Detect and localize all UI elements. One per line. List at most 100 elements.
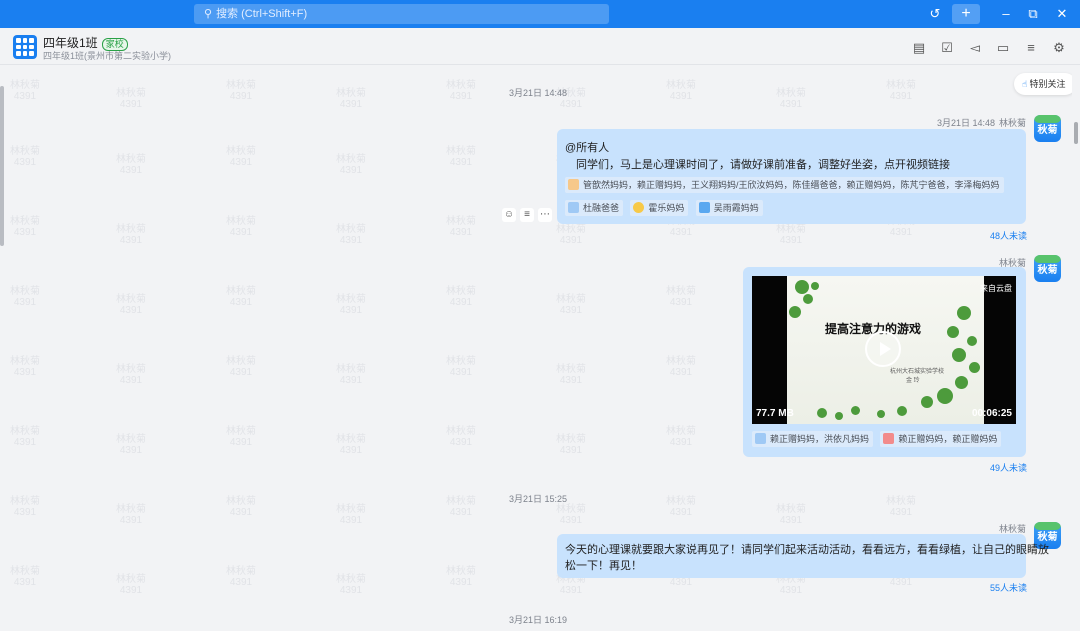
scrollbar-thumb[interactable] [1074, 122, 1078, 144]
watermark-number: 4391 [779, 235, 803, 246]
watermark-number: 4391 [449, 297, 473, 308]
reaction-chip[interactable]: 杜融爸爸 [565, 200, 624, 216]
watermark-number: 4391 [229, 227, 253, 238]
add-icon[interactable]: + [952, 4, 980, 24]
watermark: 林秋菊4391 [446, 426, 476, 448]
unread-count[interactable]: 48人未读 [990, 229, 1027, 242]
more-icon[interactable]: ⋯ [538, 208, 552, 222]
reaction-chip[interactable]: 赖正赠妈妈，赖正赠妈妈 [880, 431, 1002, 447]
notice-icon[interactable]: ▤ [911, 40, 927, 56]
watermark-number: 4391 [339, 585, 363, 596]
watermark-number: 4391 [229, 91, 253, 102]
avatar[interactable]: 秋菊 [1034, 115, 1061, 142]
watermark-number: 4391 [449, 577, 473, 588]
watermark-number: 4391 [449, 507, 473, 518]
watermark: 林秋菊4391 [226, 216, 256, 238]
video-player[interactable]: 提高注意力的游戏 杭州大石城实验学校金 玲 来自云盘 77.7 MB 00:06… [752, 276, 1016, 424]
chat-area[interactable]: 林秋菊 4391 林秋菊 4391 林秋菊 4391 林秋菊 4391 林秋菊 4391 林秋菊 43… [0, 66, 1072, 631]
group-avatar[interactable] [13, 35, 37, 59]
watermark-name: 林秋菊 [10, 356, 40, 367]
unread-count[interactable]: 55人未读 [990, 581, 1027, 594]
reactions-row: 管歆然妈妈，赖正赠妈妈，王义翔妈妈/王欣汝妈妈，陈佳缙爸爸，赖正赠妈妈，陈芃宁爸… [565, 177, 1008, 193]
restore-icon[interactable]: ⧉ [1022, 4, 1044, 24]
reply-icon[interactable]: ≡ [520, 208, 534, 222]
history-icon[interactable]: ↺ [924, 4, 946, 24]
play-button[interactable] [865, 331, 901, 367]
reaction-chip[interactable]: 赖正赠妈妈，洪依凡妈妈 [752, 431, 874, 447]
follow-button[interactable]: ☝ 特别关注 [1014, 73, 1072, 95]
search-history-icon[interactable]: ≡ [1023, 40, 1039, 56]
watermark-name: 林秋菊 [556, 434, 586, 445]
watermark-number: 4391 [119, 165, 143, 176]
watermark-number: 4391 [119, 375, 143, 386]
watermark-name: 林秋菊 [226, 426, 256, 437]
watermark: 林秋菊4391 [446, 80, 476, 102]
watermark: 林秋菊4391 [10, 80, 40, 102]
watermark-name: 林秋菊 [116, 154, 146, 165]
watermark-name: 林秋菊 [666, 496, 696, 507]
reaction-chip[interactable]: 吴雨霞妈妈 [695, 200, 763, 216]
watermark-name: 林秋菊 [776, 224, 806, 235]
unread-count[interactable]: 49人未读 [990, 461, 1027, 474]
watermark-name: 林秋菊 [446, 146, 476, 157]
watermark-number: 4391 [669, 437, 693, 448]
watermark: 林秋菊4391 [336, 434, 366, 456]
watermark-number: 4391 [889, 227, 913, 238]
announcement-icon[interactable]: ◅ [967, 40, 983, 56]
watermark-name: 林秋菊 [226, 286, 256, 297]
message-bubble[interactable]: @所有人 同学们，马上是心理课时间了，请做好课前准备，调整好坐姿，点开视频链接 … [557, 129, 1026, 224]
reaction-label: 管歆然妈妈，赖正赠妈妈，王义翔妈妈/王欣汝妈妈，陈佳缙爸爸，赖正赠妈妈，陈芃宁爸… [583, 180, 1000, 190]
watermark-name: 林秋菊 [886, 496, 916, 507]
reactions-row: 杜融爸爸 霍乐妈妈 吴雨霞妈妈 [565, 200, 767, 216]
checkin-icon[interactable]: ☑ [939, 40, 955, 56]
watermark-number: 4391 [559, 375, 583, 386]
watermark-number: 4391 [339, 515, 363, 526]
watermark-number: 4391 [559, 515, 583, 526]
folder-icon[interactable]: ▭ [995, 40, 1011, 56]
message-bubble[interactable]: 今天的心理课就要跟大家说再见了！请同学们起来活动活动，看看远方，看看绿植，让自己… [557, 534, 1049, 578]
watermark-name: 林秋菊 [336, 364, 366, 375]
watermark: 林秋菊4391 [776, 88, 806, 110]
watermark-name: 林秋菊 [336, 294, 366, 305]
watermark-number: 4391 [669, 577, 693, 588]
watermark-name: 林秋菊 [116, 574, 146, 585]
search-input[interactable]: ⚲ 搜索 (Ctrl+Shift+F) [194, 4, 609, 24]
search-icon: ⚲ [204, 8, 213, 20]
watermark-name: 林秋菊 [556, 224, 586, 235]
watermark: 林秋菊4391 [886, 80, 916, 102]
reaction-chip[interactable]: 霍乐妈妈 [630, 200, 689, 216]
watermark-name: 林秋菊 [666, 426, 696, 437]
watermark-number: 4391 [339, 235, 363, 246]
watermark-number: 4391 [119, 445, 143, 456]
watermark: 林秋菊4391 [116, 364, 146, 386]
watermark: 林秋菊4391 [116, 434, 146, 456]
watermark-number: 4391 [13, 91, 37, 102]
watermark: 林秋菊4391 [10, 496, 40, 518]
group-name-text: 四年级1班 [43, 36, 98, 50]
avatar[interactable]: 秋菊 [1034, 255, 1061, 282]
watermark: 林秋菊4391 [666, 496, 696, 518]
watermark: 林秋菊4391 [776, 504, 806, 526]
video-size: 77.7 MB [756, 408, 794, 419]
watermark-name: 林秋菊 [10, 80, 40, 91]
left-resize-handle[interactable] [0, 86, 4, 246]
watermark-number: 4391 [229, 297, 253, 308]
watermark-name: 林秋菊 [226, 566, 256, 577]
watermark: 林秋菊4391 [666, 286, 696, 308]
reaction-chip[interactable]: 管歆然妈妈，赖正赠妈妈，王义翔妈妈/王欣汝妈妈，陈佳缙爸爸，赖正赠妈妈，陈芃宁爸… [565, 177, 1004, 193]
watermark-number: 4391 [779, 585, 803, 596]
watermark-number: 4391 [449, 91, 473, 102]
watermark: 林秋菊4391 [226, 496, 256, 518]
watermark-number: 4391 [449, 227, 473, 238]
settings-icon[interactable]: ⚙ [1051, 40, 1067, 56]
watermark: 林秋菊4391 [446, 146, 476, 168]
scrollbar[interactable] [1072, 66, 1080, 631]
watermark-number: 4391 [13, 227, 37, 238]
watermark-name: 林秋菊 [446, 496, 476, 507]
minimize-icon[interactable]: – [995, 4, 1017, 24]
watermark: 林秋菊4391 [10, 286, 40, 308]
close-icon[interactable]: ✕ [1051, 4, 1073, 24]
clap-icon [568, 179, 579, 190]
emoji-reaction-icon[interactable]: ☺ [502, 208, 516, 222]
watermark: 林秋菊4391 [556, 294, 586, 316]
